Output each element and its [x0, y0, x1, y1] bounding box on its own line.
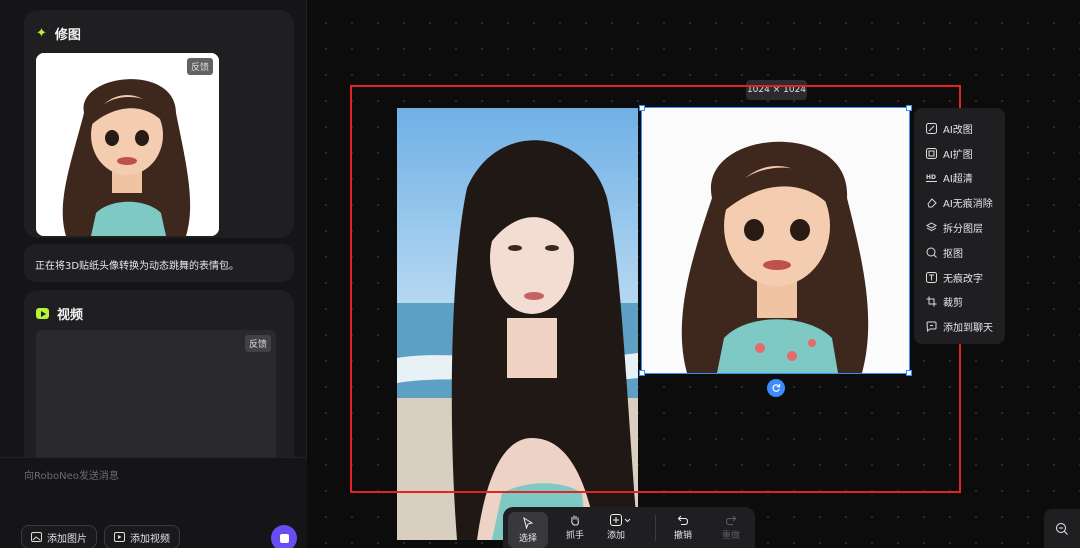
zoom-out-button[interactable]: [1044, 509, 1080, 548]
menu-cutout[interactable]: 抠图: [914, 240, 1005, 265]
image-icon: [31, 532, 42, 542]
chevron-down-icon: [624, 518, 630, 522]
resize-handle-bl[interactable]: [639, 370, 645, 376]
regenerate-button[interactable]: [767, 379, 785, 397]
refresh-icon: [772, 384, 781, 392]
chat-add-icon: [926, 321, 937, 333]
resize-handle-tl[interactable]: [639, 105, 645, 111]
add-video-button[interactable]: 添加视频: [104, 525, 180, 548]
add-tool-icons: [609, 514, 631, 526]
download-icon[interactable]: [202, 218, 213, 229]
menu-text-edit[interactable]: 无痕改字: [914, 265, 1005, 290]
message-composer: 向RoboNeo发送消息 添加图片 添加视频: [0, 457, 307, 548]
hand-tool[interactable]: 抓手: [555, 507, 595, 548]
plus-square-icon: [609, 514, 622, 526]
video-placeholder[interactable]: 反馈: [36, 330, 276, 470]
add-image-button[interactable]: 添加图片: [21, 525, 97, 548]
retouch-card-title: ✦ 修图: [36, 26, 81, 43]
3d-avatar-image: [642, 108, 909, 373]
add-tool[interactable]: 添加: [598, 507, 642, 548]
canvas-photo-original[interactable]: [397, 108, 638, 540]
crop-icon: [926, 296, 937, 307]
video-icon: [36, 308, 49, 319]
video-card-title: 视频: [36, 304, 83, 323]
stop-generation-button[interactable]: [271, 525, 297, 548]
toolbar-divider: [655, 515, 656, 541]
resize-handle-br[interactable]: [906, 370, 912, 376]
cutout-icon: [926, 247, 937, 258]
video-file-icon: [114, 532, 125, 542]
zoom-out-icon: [1056, 522, 1068, 535]
undo-icon: [677, 515, 689, 525]
hd-icon: HD: [926, 174, 937, 183]
menu-ai-erase[interactable]: AI无痕消除: [914, 190, 1005, 215]
ai-expand-icon: [926, 147, 937, 159]
canvas-toolbar: 选择 抓手 添加 撤销 重做: [503, 507, 755, 548]
image-context-menu: AI改图 AI扩图 HD AI超清 AI无痕消除 拆分图层 抠图 无痕改字 裁剪: [914, 108, 1005, 344]
beach-portrait-image: [397, 108, 638, 540]
video-feedback-button[interactable]: 反馈: [244, 335, 271, 352]
menu-ai-expand[interactable]: AI扩图: [914, 141, 1005, 166]
menu-ai-edit[interactable]: AI改图: [914, 116, 1005, 141]
chat-panel: ✦ 修图 反馈 正在将3D贴纸头像转换为动态跳舞的表情包。 视频 反馈 向Rob…: [0, 0, 307, 548]
video-result-card: 视频 反馈: [24, 290, 294, 470]
resize-handle-tr[interactable]: [906, 105, 912, 111]
stop-icon: [279, 533, 289, 543]
ai-edit-icon: [926, 122, 937, 134]
menu-ai-hd[interactable]: HD AI超清: [914, 166, 1005, 191]
eraser-icon: [927, 198, 937, 208]
selection-size-label: 1024 × 1024: [746, 80, 807, 100]
redo-button[interactable]: 重做: [711, 507, 751, 548]
app-root: ✦ 修图 反馈 正在将3D贴纸头像转换为动态跳舞的表情包。 视频 反馈 向Rob…: [0, 0, 1080, 548]
message-input[interactable]: 向RoboNeo发送消息: [24, 467, 119, 482]
hand-icon: [571, 515, 579, 526]
retouch-result-card: ✦ 修图 反馈: [24, 10, 294, 238]
redo-icon: [725, 515, 737, 525]
status-message: 正在将3D贴纸头像转换为动态跳舞的表情包。: [24, 244, 294, 282]
svg-text:HD: HD: [926, 174, 936, 181]
menu-crop[interactable]: 裁剪: [914, 290, 1005, 315]
menu-split-layers[interactable]: 拆分图层: [914, 215, 1005, 240]
menu-add-to-chat[interactable]: 添加到聊天: [914, 314, 1005, 339]
text-edit-icon: [926, 271, 937, 283]
feedback-button[interactable]: 反馈: [186, 58, 213, 75]
avatar-thumbnail-image: [36, 53, 219, 236]
layers-icon: [926, 222, 937, 232]
undo-button[interactable]: 撤销: [663, 507, 703, 548]
retouch-thumbnail[interactable]: 反馈: [36, 53, 219, 236]
magic-wand-icon: ✦: [36, 26, 47, 41]
canvas-avatar-selected[interactable]: [641, 107, 910, 374]
select-tool[interactable]: 选择: [508, 512, 548, 548]
cursor-icon: [523, 516, 534, 529]
